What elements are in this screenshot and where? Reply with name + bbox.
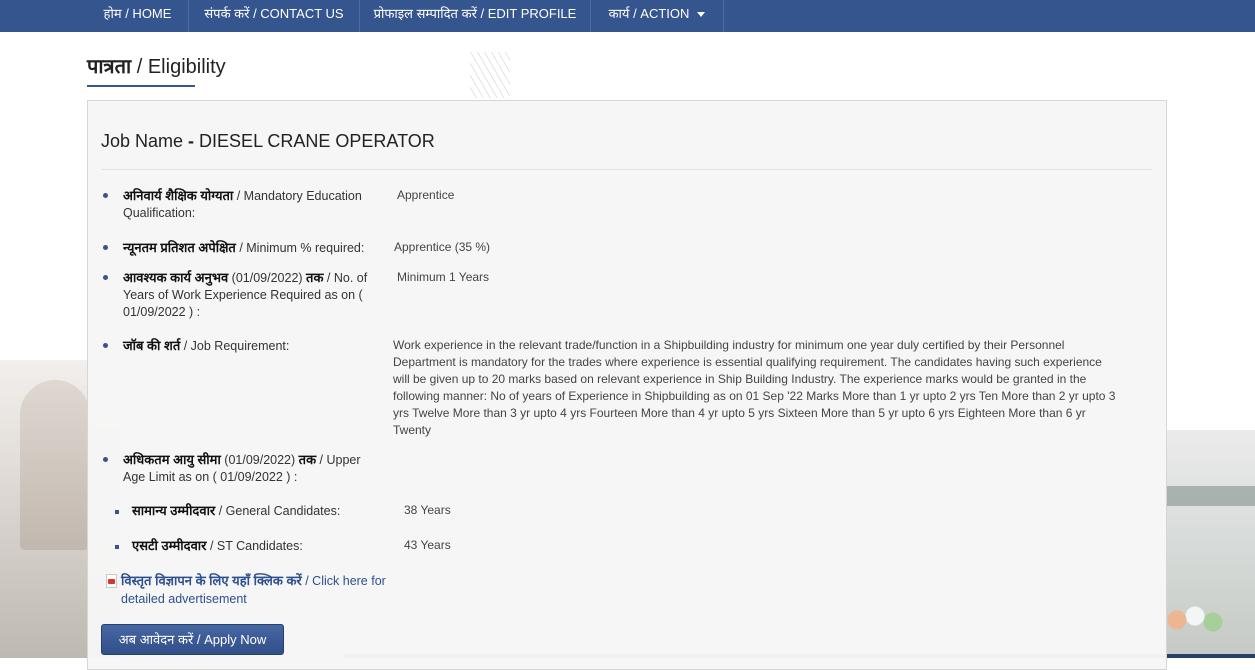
general-label-english: / General Candidates: bbox=[215, 504, 341, 518]
apply-button-label-hindi: अब आवेदन करें bbox=[118, 632, 194, 647]
bullet-icon bbox=[103, 193, 108, 198]
job-requirement-value: Work experience in the relevant trade/fu… bbox=[393, 338, 1116, 437]
bullet-icon bbox=[103, 245, 108, 250]
st-label-english: / ST Candidates: bbox=[206, 539, 303, 553]
job-name-value: DIESEL CRANE OPERATOR bbox=[199, 131, 435, 151]
page-title-english: / Eligibility bbox=[131, 56, 226, 78]
job-requirement-label: जॉब की शर्त / Job Requirement: bbox=[123, 337, 378, 355]
education-value: Apprentice bbox=[397, 188, 455, 202]
nav-edit-profile[interactable]: प्रोफाइल सम्पादित करें / EDIT PROFILE bbox=[360, 0, 591, 32]
st-label-hindi: एसटी उम्मीदवार bbox=[132, 538, 207, 553]
page-title: पात्रता / Eligibility bbox=[87, 52, 226, 79]
experience-value: Minimum 1 Years bbox=[397, 270, 490, 284]
min-percent-label: न्यूनतम प्रतिशत अपेक्षित / Minimum % req… bbox=[123, 239, 383, 257]
job-requirement-label-english: / Job Requirement: bbox=[180, 339, 290, 353]
apply-now-button[interactable]: अब आवेदन करें / Apply Now bbox=[101, 624, 284, 655]
upper-age-label-date: (01/09/2022) bbox=[220, 453, 299, 467]
general-candidates-label: सामान्य उम्मीदवार / General Candidates: bbox=[132, 502, 392, 520]
top-navbar: होम / HOME संपर्क करें / CONTACT US प्रो… bbox=[0, 0, 1255, 32]
caret-down-icon bbox=[697, 12, 706, 18]
page-title-hindi: पात्रता bbox=[87, 56, 132, 78]
bullet-icon bbox=[103, 343, 108, 348]
education-label-hindi: अनिवार्य शैक्षिक योग्यता bbox=[123, 188, 234, 203]
upper-age-label-hindi: अधिकतम आयु सीमा bbox=[123, 452, 221, 467]
job-name-separator: - bbox=[188, 131, 200, 151]
nav-action-label: कार्य / ACTION bbox=[608, 6, 690, 21]
background-ship-image bbox=[20, 380, 90, 550]
upper-age-label: अधिकतम आयु सीमा (01/09/2022) तक / Upper … bbox=[123, 451, 378, 486]
pdf-icon[interactable] bbox=[106, 574, 117, 588]
st-candidates-value: 43 Years bbox=[404, 538, 451, 552]
min-percent-label-english: / Minimum % required: bbox=[235, 241, 365, 255]
bullet-icon bbox=[103, 275, 108, 280]
square-bullet-icon bbox=[115, 510, 119, 514]
title-underline bbox=[87, 85, 195, 87]
apply-button-label-english: / Apply Now bbox=[193, 632, 267, 647]
experience-label-date: (01/09/2022) bbox=[228, 271, 307, 285]
experience-label: आवश्यक कार्य अनुभव (01/09/2022) तक / No.… bbox=[123, 269, 378, 321]
background-crane-image bbox=[470, 52, 510, 98]
general-label-hindi: सामान्य उम्मीदवार bbox=[132, 503, 216, 518]
background-ship-deck bbox=[1165, 486, 1255, 506]
job-name-label: Job Name bbox=[101, 131, 189, 151]
experience-label-hindi-suffix: तक bbox=[306, 270, 324, 285]
background-balloons bbox=[1165, 600, 1225, 640]
min-percent-label-hindi: न्यूनतम प्रतिशत अपेक्षित bbox=[123, 240, 236, 255]
job-requirement-label-hindi: जॉब की शर्त bbox=[123, 338, 181, 353]
st-candidates-label: एसटी उम्मीदवार / ST Candidates: bbox=[132, 537, 392, 555]
detailed-advertisement-link[interactable]: विस्तृत विज्ञापन के लिए यहाँ क्लिक करें … bbox=[121, 572, 391, 608]
nav-home[interactable]: होम / HOME bbox=[87, 0, 189, 32]
job-name-heading: Job Name - DIESEL CRANE OPERATOR bbox=[101, 131, 435, 152]
nav-contact-us[interactable]: संपर्क करें / CONTACT US bbox=[189, 0, 360, 32]
min-percent-value: Apprentice (35 %) bbox=[394, 240, 491, 254]
experience-label-hindi: आवश्यक कार्य अनुभव bbox=[123, 270, 229, 285]
general-candidates-value: 38 Years bbox=[404, 503, 451, 517]
upper-age-label-hindi-suffix: तक bbox=[298, 452, 317, 467]
square-bullet-icon bbox=[115, 545, 119, 549]
card-divider bbox=[101, 169, 1152, 170]
bullet-icon bbox=[103, 457, 108, 462]
advertisement-link-hindi: विस्तृत विज्ञापन के लिए यहाँ क्लिक करें bbox=[121, 573, 302, 588]
education-label: अनिवार्य शैक्षिक योग्यता / Mandatory Edu… bbox=[123, 187, 378, 222]
nav-action-dropdown[interactable]: कार्य / ACTION bbox=[591, 0, 724, 32]
